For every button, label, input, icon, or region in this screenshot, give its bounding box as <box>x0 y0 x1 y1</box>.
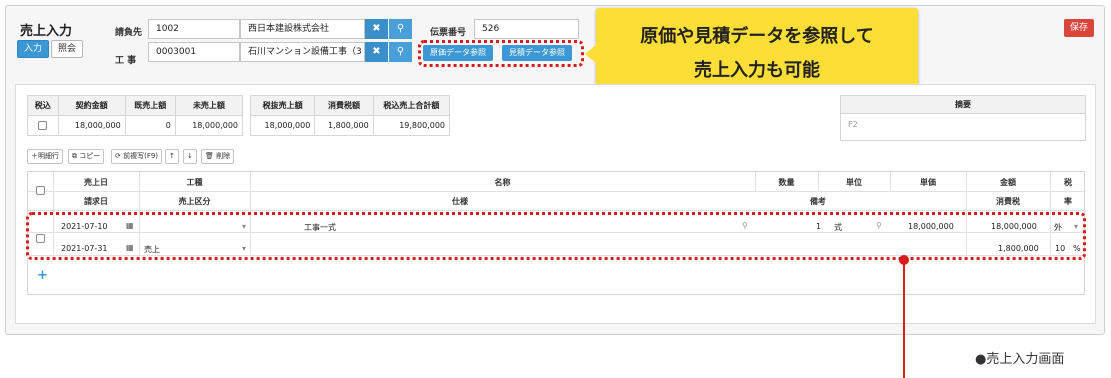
col-work-type: 工種 <box>186 178 203 187</box>
tax-amount-header: 消費税額 <box>314 95 374 116</box>
slip-number-label: 伝票番号 <box>430 28 467 38</box>
memo-textarea[interactable]: F2 <box>841 114 1085 135</box>
callout-tail <box>585 45 596 63</box>
move-up-button[interactable]: ↑ <box>165 149 179 164</box>
pointer-line <box>903 259 905 378</box>
copy-button[interactable]: ⧉ コピー <box>68 149 105 164</box>
col-sales-date: 売上日 <box>84 178 108 187</box>
screen-caption: ●売上入力画面 <box>975 352 1065 367</box>
project-search-icon[interactable]: ⚲ <box>389 42 412 62</box>
col-tax: 税 <box>1064 178 1072 187</box>
sold-amount-value: 0 <box>124 115 176 136</box>
save-button[interactable]: 保存 <box>1064 19 1094 37</box>
col-sales-category: 売上区分 <box>178 197 211 206</box>
client-name-field[interactable]: 西日本建設株式会社 <box>240 19 365 39</box>
page-title: 売上入力 <box>20 24 73 39</box>
callout-line-2: 売上入力も可能 <box>694 60 820 81</box>
col-quantity: 数量 <box>778 178 795 187</box>
move-down-button[interactable]: ↓ <box>183 149 197 164</box>
previous-copy-button[interactable]: ⟳ 前複写(F9) <box>111 149 163 164</box>
col-unit-price: 単価 <box>920 178 936 187</box>
client-label: 請負先 <box>115 28 143 38</box>
add-row-plus-icon[interactable]: + <box>37 268 48 283</box>
col-amount: 金額 <box>1000 178 1016 187</box>
client-clear-icon[interactable]: ✖ <box>365 19 388 39</box>
tax-incl-header: 税込 <box>27 95 59 116</box>
project-code-field[interactable]: 0003001 <box>148 42 240 62</box>
memo-header: 摘要 <box>841 96 1085 114</box>
input-mode-button[interactable]: 入力 <box>17 40 50 58</box>
col-remarks: 備考 <box>810 197 826 206</box>
net-sales-value: 18,000,000 <box>249 115 316 136</box>
tax-incl-checkbox-cell[interactable] <box>27 115 59 136</box>
grid-divider <box>28 210 1086 211</box>
grid-divider <box>28 191 1086 192</box>
sold-amount-header: 既売上額 <box>124 95 176 116</box>
contract-amount-value: 18,000,000 <box>57 115 126 136</box>
project-clear-icon[interactable]: ✖ <box>365 42 388 62</box>
estimate-data-reference-button[interactable]: 見積データ参照 <box>502 45 572 61</box>
col-tax-rate: 率 <box>1064 197 1072 206</box>
sales-summary-table: 税抜売上額 消費税額 税込売上合計額 18,000,000 1,800,000 … <box>249 95 451 136</box>
col-invoice-date: 請求日 <box>84 197 108 206</box>
detail-rows-highlight <box>26 212 1086 260</box>
client-code-field[interactable]: 1002 <box>148 19 240 39</box>
add-row-button[interactable]: ＋明細行 <box>27 149 63 164</box>
unsold-amount-value: 18,000,000 <box>174 115 244 136</box>
col-consumption-tax: 消費税 <box>996 197 1020 206</box>
cost-data-reference-button[interactable]: 原価データ参照 <box>423 45 493 61</box>
callout-box: 原価や見積データを参照して 売上入力も可能 <box>585 8 918 93</box>
gross-sales-header: 税込売上合計額 <box>372 95 451 116</box>
contract-amount-header: 契約金額 <box>57 95 126 116</box>
slip-number-field[interactable]: 526 <box>474 19 579 39</box>
project-label: 工 事 <box>115 56 137 66</box>
tax-amount-value: 1,800,000 <box>314 115 374 136</box>
col-specification: 仕様 <box>452 197 468 206</box>
delete-button[interactable]: 🗑 削除 <box>201 149 235 164</box>
unsold-amount-header: 未売上額 <box>174 95 244 116</box>
net-sales-header: 税抜売上額 <box>249 95 316 116</box>
col-name: 名称 <box>494 178 511 187</box>
pointer-dot <box>899 255 909 265</box>
client-search-icon[interactable]: ⚲ <box>389 19 412 39</box>
col-unit: 単位 <box>846 178 862 187</box>
tax-incl-checkbox[interactable] <box>38 121 48 130</box>
contract-summary-table: 税込 契約金額 既売上額 未売上額 18,000,000 0 18,000,00… <box>27 95 244 136</box>
memo-section: 摘要 F2 <box>840 95 1086 141</box>
view-mode-button[interactable]: 照会 <box>51 40 84 58</box>
callout-line-1: 原価や見積データを参照して <box>640 26 874 47</box>
project-name-field[interactable]: 石川マンション設備工事（3 <box>240 42 365 62</box>
select-all-checkbox[interactable] <box>36 186 45 195</box>
gross-sales-value: 19,800,000 <box>372 115 451 136</box>
